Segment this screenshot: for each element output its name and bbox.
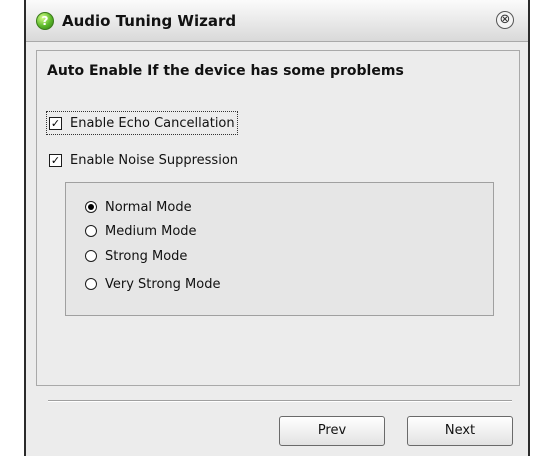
divider <box>48 400 512 402</box>
radio-strong-mode[interactable]: Strong Mode <box>85 247 187 265</box>
content-panel: Auto Enable If the device has some probl… <box>36 50 520 386</box>
radio-button[interactable] <box>85 250 97 262</box>
checkbox-box[interactable]: ✓ <box>49 116 62 130</box>
radio-button[interactable] <box>85 278 97 290</box>
noise-suppression-label: Enable Noise Suppression <box>70 152 239 168</box>
checkbox-box[interactable]: ✓ <box>49 153 62 167</box>
prev-button[interactable]: Prev <box>279 416 385 446</box>
echo-cancellation-label: Enable Echo Cancellation <box>70 115 235 131</box>
radio-label: Strong Mode <box>105 248 188 264</box>
noise-suppression-checkbox[interactable]: ✓ Enable Noise Suppression <box>49 151 238 169</box>
next-button[interactable]: Next <box>407 416 513 446</box>
section-heading: Auto Enable If the device has some probl… <box>47 63 404 79</box>
audio-tuning-wizard-window: ? Audio Tuning Wizard ⊗ Auto Enable If t… <box>24 0 530 456</box>
noise-mode-group: Normal Mode Medium Mode Strong Mode Very… <box>65 182 494 316</box>
close-button[interactable]: ⊗ <box>496 11 514 29</box>
radio-label: Very Strong Mode <box>105 276 221 292</box>
radio-button[interactable] <box>85 225 97 237</box>
radio-button[interactable] <box>85 201 97 213</box>
window-title: Audio Tuning Wizard <box>62 12 237 30</box>
title-bar: ? Audio Tuning Wizard ⊗ <box>26 0 528 42</box>
radio-medium-mode[interactable]: Medium Mode <box>85 222 197 240</box>
help-icon: ? <box>36 12 54 30</box>
radio-label: Normal Mode <box>105 199 192 215</box>
echo-cancellation-checkbox[interactable]: ✓ Enable Echo Cancellation <box>46 111 238 135</box>
radio-normal-mode[interactable]: Normal Mode <box>85 198 192 216</box>
radio-label: Medium Mode <box>105 223 197 239</box>
radio-very-strong-mode[interactable]: Very Strong Mode <box>85 275 220 293</box>
